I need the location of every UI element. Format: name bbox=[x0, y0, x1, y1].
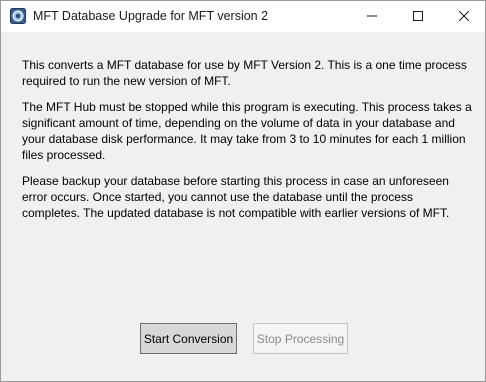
maximize-button[interactable] bbox=[395, 1, 441, 32]
title-bar[interactable]: MFT Database Upgrade for MFT version 2 bbox=[1, 1, 485, 32]
maximize-icon bbox=[413, 8, 423, 26]
database-app-icon bbox=[10, 8, 26, 24]
hub-warning-paragraph: The MFT Hub must be stopped while this p… bbox=[22, 100, 472, 162]
dialog-window: MFT Database Upgrade for MFT version 2 T… bbox=[0, 0, 486, 382]
intro-paragraph: This converts a MFT database for use by … bbox=[22, 58, 467, 88]
close-button[interactable] bbox=[441, 1, 486, 32]
window-title: MFT Database Upgrade for MFT version 2 bbox=[33, 9, 269, 23]
description-text: This converts a MFT database for use by … bbox=[22, 57, 472, 231]
backup-warning-paragraph: Please backup your database before start… bbox=[22, 174, 450, 220]
minimize-button[interactable] bbox=[349, 1, 395, 32]
start-conversion-button[interactable]: Start Conversion bbox=[140, 323, 237, 354]
stop-processing-button: Stop Processing bbox=[253, 323, 348, 354]
minimize-icon bbox=[367, 8, 377, 26]
close-icon bbox=[458, 8, 470, 26]
